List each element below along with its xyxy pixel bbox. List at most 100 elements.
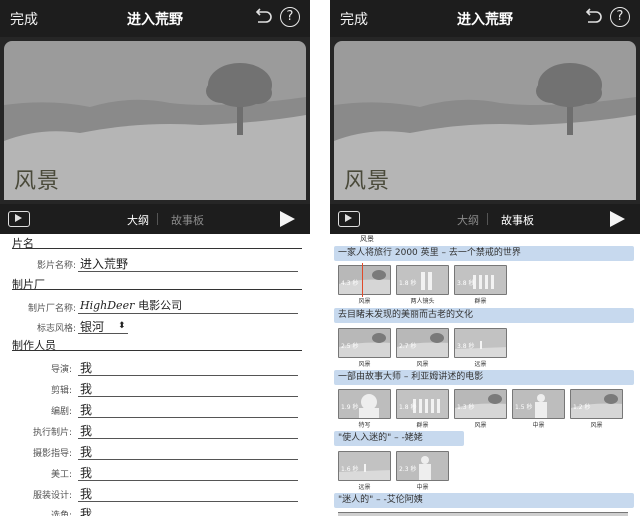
- scene-title-overlay: 风景: [14, 169, 61, 194]
- clip-duration: 1.8 秒: [399, 280, 417, 287]
- clip-duration: 4.3 秒: [341, 280, 359, 287]
- movie-name-label: 影片名称:: [36, 261, 76, 271]
- storyboard-heading[interactable]: "使人入迷的" – -姥姥: [334, 431, 464, 446]
- studio-name-field[interactable]: HighDeer 电影公司: [80, 297, 182, 313]
- storyboard-clip[interactable]: 1.8 秒: [396, 389, 449, 419]
- tab-separator: [487, 213, 488, 225]
- storyboard-clip[interactable]: 1.5 秒: [512, 389, 565, 419]
- clip-label: 风景: [360, 235, 374, 243]
- field-underline: [78, 271, 298, 272]
- storyboard-clip[interactable]: 2.7 秒: [396, 328, 449, 358]
- studio-script-text: HighDeer: [80, 299, 135, 312]
- play-icon[interactable]: [610, 211, 625, 227]
- select-arrows-icon[interactable]: ⬍: [118, 321, 126, 331]
- crew-label: 选角:: [50, 511, 72, 516]
- crew-field[interactable]: 我: [80, 359, 92, 376]
- field-underline: [78, 480, 298, 481]
- done-button[interactable]: 完成: [10, 9, 38, 29]
- field-underline: [78, 417, 298, 418]
- storyboard-heading[interactable]: "迷人的" – -艾伦阿姨: [334, 493, 634, 508]
- section-divider: [12, 350, 302, 351]
- control-bar: 大纲 故事板: [0, 204, 310, 234]
- undo-icon[interactable]: [582, 6, 604, 28]
- clip-label: 风景: [590, 422, 603, 429]
- tab-outline[interactable]: 大纲: [127, 212, 149, 228]
- outline-form: 片名 影片名称: 进入荒野 制片厂 制片厂名称: HighDeer 电影公司 标…: [0, 234, 310, 516]
- video-preview[interactable]: 风景: [330, 37, 640, 204]
- help-button[interactable]: ?: [280, 7, 300, 27]
- storyboard-clip[interactable]: 2.5 秒: [338, 328, 391, 358]
- storyboard-heading[interactable]: 一部由故事大师 – 利亚姆讲述的电影: [334, 370, 634, 385]
- storyboard-clip[interactable]: 3.8 秒: [454, 328, 507, 358]
- crew-field[interactable]: 我: [80, 505, 92, 516]
- undo-icon[interactable]: [252, 6, 274, 28]
- field-underline: [78, 501, 298, 502]
- field-underline: [78, 438, 298, 439]
- storyboard-list: 风景 一家人将旅行 2000 英里 – 去一个禁戒的世界 4.3 秒 风景 1.…: [330, 234, 640, 516]
- clip-duration: 2.3 秒: [399, 466, 417, 473]
- storyboard-clip[interactable]: 1.9 秒: [338, 389, 391, 419]
- scene-title-overlay: 风景: [344, 169, 391, 194]
- clip-label: 远景: [474, 361, 487, 368]
- storyboard-clip-row-partial[interactable]: [338, 512, 628, 516]
- studio-name-label: 制片厂名称:: [27, 304, 76, 314]
- clip-label: 群景: [416, 422, 429, 429]
- storyboard-clip[interactable]: 1.8 秒: [396, 265, 449, 295]
- field-underline: [78, 333, 128, 334]
- field-underline: [78, 459, 298, 460]
- clip-duration: 2.5 秒: [341, 343, 359, 350]
- playhead-marker[interactable]: [362, 263, 363, 297]
- crew-field[interactable]: 我: [80, 422, 92, 439]
- section-divider: [12, 289, 302, 290]
- crew-label: 执行制片:: [32, 428, 72, 438]
- field-underline: [78, 396, 298, 397]
- crew-field[interactable]: 我: [80, 485, 92, 502]
- tab-storyboard[interactable]: 故事板: [171, 212, 204, 228]
- crew-field[interactable]: 我: [80, 464, 92, 481]
- clip-duration: 2.7 秒: [399, 343, 417, 350]
- storyboard-clip[interactable]: 1.2 秒: [570, 389, 623, 419]
- storyboard-heading[interactable]: 去目睹未发现的美丽而古老的文化: [334, 308, 634, 323]
- top-bar: 完成 进入荒野 ?: [0, 0, 310, 37]
- clip-duration: 3.8 秒: [457, 280, 475, 287]
- top-bar: 完成 进入荒野 ?: [330, 0, 640, 37]
- storyboard-clip[interactable]: 2.3 秒: [396, 451, 449, 481]
- crew-label: 编剧:: [50, 407, 72, 417]
- section-divider: [12, 248, 302, 249]
- done-button[interactable]: 完成: [340, 9, 368, 29]
- storyboard-heading[interactable]: 一家人将旅行 2000 英里 – 去一个禁戒的世界: [334, 246, 634, 261]
- project-title: 进入荒野: [127, 12, 183, 28]
- clip-label: 两人镜头: [410, 298, 435, 305]
- clip-label: 风景: [358, 361, 371, 368]
- clip-label: 远景: [358, 484, 371, 491]
- storyboard-clip[interactable]: 3.8 秒: [454, 265, 507, 295]
- movie-name-field[interactable]: 进入荒野: [80, 255, 128, 272]
- video-preview[interactable]: 风景: [0, 37, 310, 204]
- fullscreen-preview-icon[interactable]: [8, 211, 30, 227]
- crew-field[interactable]: 我: [80, 443, 92, 460]
- tab-outline[interactable]: 大纲: [457, 212, 479, 228]
- clip-label: 中景: [532, 422, 545, 429]
- storyboard-clip[interactable]: 1.3 秒: [454, 389, 507, 419]
- play-icon[interactable]: [280, 211, 295, 227]
- crew-label: 摄影指导:: [32, 449, 72, 459]
- clip-label: 风景: [358, 298, 371, 305]
- clip-duration: 1.5 秒: [515, 404, 533, 411]
- fullscreen-preview-icon[interactable]: [338, 211, 360, 227]
- crew-label: 导演:: [50, 365, 72, 375]
- storyboard-clip[interactable]: 1.6 秒: [338, 451, 391, 481]
- storyboard-clip[interactable]: 4.3 秒: [338, 265, 391, 295]
- clip-label: 风景: [474, 422, 487, 429]
- storyboard-view: 完成 进入荒野 ? 风景 大纲 故事板 风景 一家人将旅行 2000 英里 – …: [330, 0, 640, 516]
- tab-storyboard[interactable]: 故事板: [501, 212, 534, 228]
- crew-field[interactable]: 我: [80, 380, 92, 397]
- clip-duration: 1.8 秒: [399, 404, 417, 411]
- field-underline: [78, 375, 298, 376]
- studio-suffix-text: 电影公司: [138, 299, 183, 312]
- help-button[interactable]: ?: [610, 7, 630, 27]
- clip-label: 风景: [416, 361, 429, 368]
- clip-label: 特写: [358, 422, 371, 429]
- outline-view: 完成 进入荒野 ? 风景 大纲 故事板 片名 影片名称: 进入荒野 制片厂 制片…: [0, 0, 310, 516]
- crew-field[interactable]: 我: [80, 401, 92, 418]
- clip-label: 中景: [416, 484, 429, 491]
